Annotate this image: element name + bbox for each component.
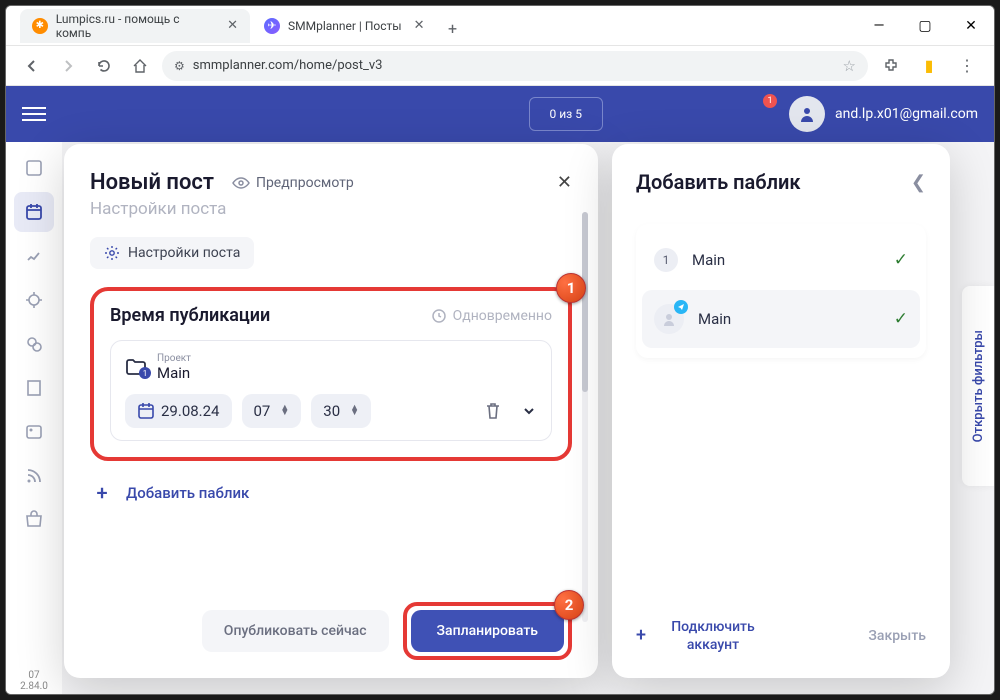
extensions-icon[interactable] <box>876 51 906 81</box>
sidebar-item-ai[interactable] <box>14 280 54 320</box>
favicon: ✱ <box>32 18 48 34</box>
menu-toggle[interactable] <box>22 107 46 121</box>
post-counter: 0 из 5 <box>529 97 603 131</box>
address-bar[interactable]: ⚙ smmplanner.com/home/post_v3 ☆ <box>162 51 868 81</box>
minute-stepper[interactable]: 30 ▲▼ <box>311 394 371 428</box>
stepper-icon: ▲▼ <box>350 406 359 415</box>
home-button[interactable] <box>126 52 154 80</box>
section-title: Время публикации <box>110 305 270 326</box>
folder-icon: 1 <box>125 357 147 377</box>
dialog-subtitle: Настройки поста <box>90 199 572 219</box>
bookmark-icon[interactable]: ☆ <box>843 57 856 75</box>
reload-button[interactable] <box>90 52 118 80</box>
eye-icon <box>232 174 250 192</box>
user-email: and.lp.x01@gmail.com <box>835 106 978 122</box>
callout-badge-1: 1 <box>556 273 586 303</box>
app-header: 0 из 5 1 and.lp.x01@gmail.com <box>6 86 994 142</box>
back-button[interactable]: ❮ <box>911 172 926 193</box>
site-settings-icon[interactable]: ⚙ <box>174 59 185 73</box>
publics-list: 1 Main ✓ Main ✓ <box>636 224 926 358</box>
sidebar-item-dashboard[interactable] <box>14 148 54 188</box>
browser-tab[interactable]: ✱ Lumpics.ru - помощь с компь ✕ <box>20 9 250 43</box>
post-settings-chip[interactable]: Настройки поста <box>90 237 254 269</box>
notif-badge: 1 <box>763 94 777 108</box>
sidebar-item-shop[interactable] <box>14 500 54 540</box>
notifications-button[interactable]: 1 <box>743 96 779 132</box>
gear-icon <box>104 245 120 261</box>
callout-2: 2 Запланировать <box>403 602 572 660</box>
project-name: Main <box>157 365 191 382</box>
plus-icon: + <box>90 481 114 505</box>
version-info: 07 2.84.0 <box>20 664 48 695</box>
browser-toolbar: ⚙ smmplanner.com/home/post_v3 ☆ ▮ ⋮ <box>6 46 994 86</box>
close-button[interactable]: Закрыть <box>868 628 926 644</box>
sidebar-item-templates[interactable] <box>14 368 54 408</box>
calendar-icon <box>137 402 155 420</box>
telegram-avatar <box>654 304 684 334</box>
expand-schedule-button[interactable] <box>521 403 537 419</box>
check-icon: ✓ <box>894 250 908 270</box>
add-public-dialog: Добавить паблик ❮ 1 Main ✓ Main ✓ <box>612 144 950 678</box>
telegram-badge-icon <box>674 300 688 314</box>
public-row[interactable]: Main ✓ <box>642 290 920 348</box>
public-name: Main <box>698 310 880 328</box>
publish-now-button[interactable]: Опубликовать сейчас <box>202 610 389 652</box>
delete-schedule-button[interactable] <box>485 402 501 420</box>
sidebar-item-media[interactable] <box>14 412 54 452</box>
url-text: smmplanner.com/home/post_v3 <box>193 58 383 73</box>
date-picker[interactable]: 29.08.24 <box>125 394 232 428</box>
back-button[interactable] <box>18 52 46 80</box>
new-post-dialog: Новый пост Предпросмотр ✕ Настройки пост… <box>64 144 598 678</box>
callout-badge-2: 2 <box>554 590 584 620</box>
check-icon: ✓ <box>894 309 908 329</box>
app-sidebar: 07 2.84.0 <box>6 142 62 695</box>
minimize-button[interactable]: — <box>856 6 902 46</box>
tab-title: Lumpics.ru - помощь с компь <box>56 12 215 40</box>
preview-link[interactable]: Предпросмотр <box>232 174 354 192</box>
close-tab-icon[interactable]: ✕ <box>414 18 425 33</box>
app-viewport: 0 из 5 1 and.lp.x01@gmail.com 07 2.84.0 … <box>6 86 994 695</box>
tab-title: SMMplanner | Посты <box>288 19 402 33</box>
close-window-button[interactable]: ✕ <box>948 6 994 46</box>
tab-strip: ✱ Lumpics.ru - помощь с компь ✕ ✈ SMMpla… <box>20 9 467 43</box>
dialog-title: Новый пост <box>90 170 214 195</box>
add-public-button[interactable]: + Добавить паблик <box>90 481 572 505</box>
row-number: 1 <box>654 248 678 272</box>
profile-ext-icon[interactable]: ▮ <box>914 51 944 81</box>
favicon: ✈ <box>264 18 280 34</box>
close-dialog-button[interactable]: ✕ <box>557 172 572 193</box>
browser-titlebar: ✱ Lumpics.ru - помощь с компь ✕ ✈ SMMpla… <box>6 6 994 46</box>
sidebar-item-analytics[interactable] <box>14 236 54 276</box>
public-row[interactable]: 1 Main ✓ <box>642 234 920 286</box>
open-filters-button[interactable]: Открыть фильтры <box>962 286 994 486</box>
browser-tab[interactable]: ✈ SMMplanner | Посты ✕ <box>252 9 437 43</box>
browser-window: ✱ Lumpics.ru - помощь с компь ✕ ✈ SMMpla… <box>5 5 995 695</box>
stepper-icon: ▲▼ <box>280 406 289 415</box>
new-tab-button[interactable]: + <box>439 15 467 43</box>
close-tab-icon[interactable]: ✕ <box>227 18 238 33</box>
sidebar-item-rss[interactable] <box>14 456 54 496</box>
maximize-button[interactable]: ▢ <box>902 6 948 46</box>
simultaneous-toggle[interactable]: Одновременно <box>431 308 552 324</box>
connect-account-button[interactable]: + Подключить аккаунт <box>636 618 768 654</box>
sidebar-item-publics[interactable] <box>14 324 54 364</box>
hour-stepper[interactable]: 07 ▲▼ <box>242 394 302 428</box>
menu-icon[interactable]: ⋮ <box>952 51 982 81</box>
filters-label: Открыть фильтры <box>971 330 986 442</box>
dialog-scrollbar[interactable] <box>582 212 588 622</box>
public-name: Main <box>692 251 880 269</box>
schedule-card: 1 Проект Main 29.08.24 07 <box>110 340 552 441</box>
schedule-button[interactable]: Запланировать <box>411 610 564 652</box>
dialog2-title: Добавить паблик <box>636 170 801 194</box>
plus-icon: + <box>636 625 646 646</box>
callout-1: 1 Время публикации Одновременно 1 <box>90 287 572 461</box>
forward-button[interactable] <box>54 52 82 80</box>
avatar[interactable] <box>789 96 825 132</box>
project-label: Проект <box>157 353 191 365</box>
sidebar-item-calendar[interactable] <box>14 192 54 232</box>
clock-icon <box>431 308 447 324</box>
